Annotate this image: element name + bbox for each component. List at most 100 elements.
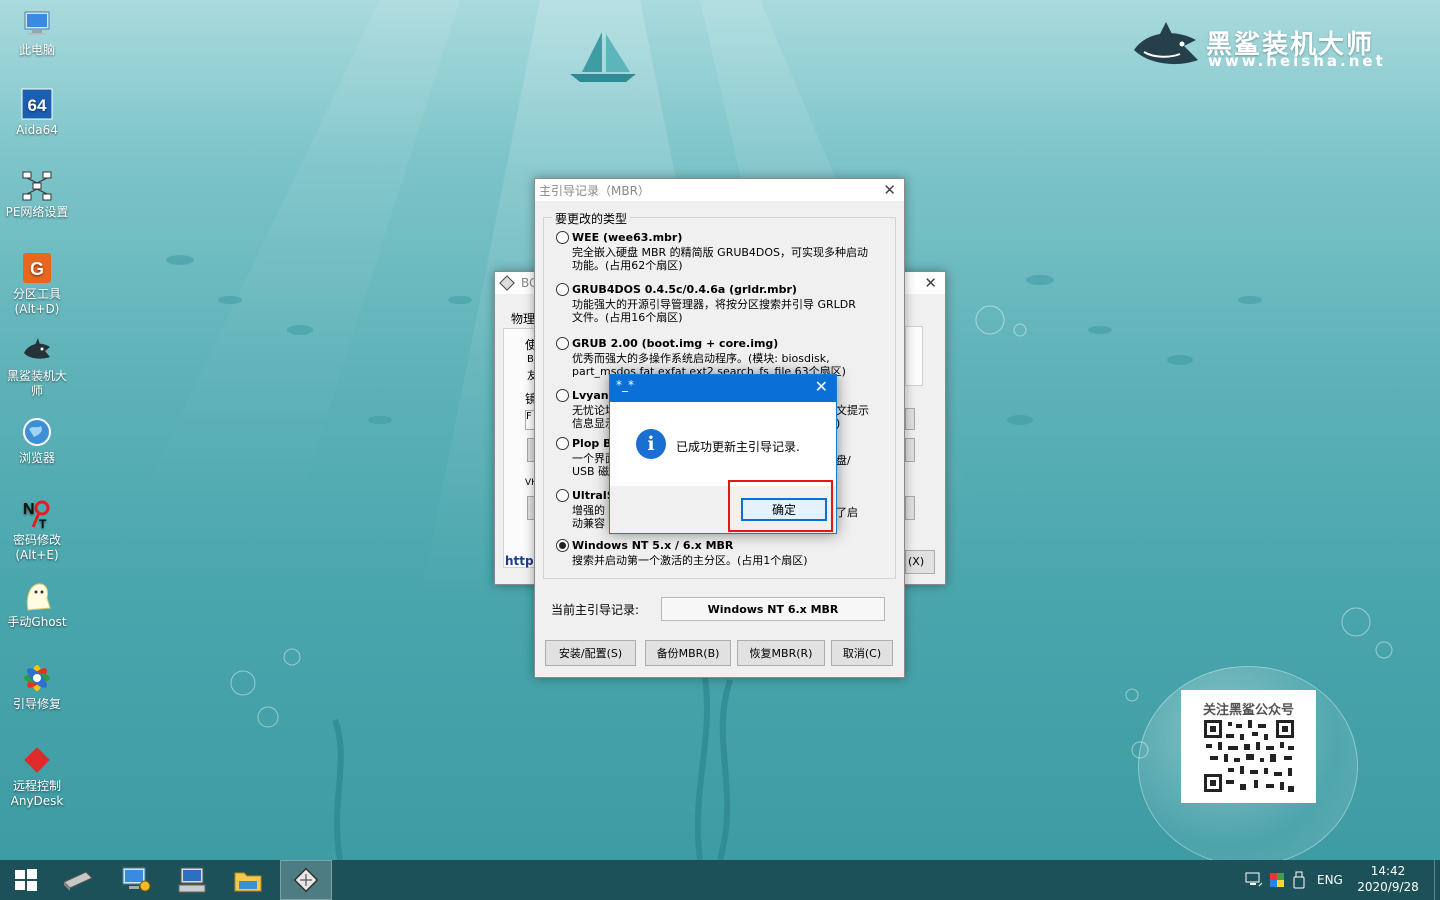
taskbar: ENG 14:42 2020/9/28 [0,860,1440,900]
desktop-icon-pe-network[interactable]: PE网络设置 [2,170,72,220]
language-indicator[interactable]: ENG [1317,873,1343,887]
option-desc-tail: 了启 [836,506,858,519]
bg-panel [905,326,923,386]
message-text: 已成功更新主引导记录. [676,440,800,454]
radio-grub4dos[interactable] [556,282,569,296]
file-explorer-icon [234,872,262,892]
bg-tab-label[interactable]: 物理 [511,310,535,327]
clock[interactable]: 14:42 2020/9/28 [1356,863,1420,895]
desktop-icon-label: 手动Ghost [7,615,67,629]
system-tray: ENG [1245,860,1343,900]
clock-time: 14:42 [1370,864,1406,878]
desktop-icon-password[interactable]: NT 密码修改 (Alt+E) [2,498,72,563]
desktop-icon-label: 引导修复 [12,697,61,711]
partition-tool-icon: G [21,252,53,284]
desktop-icon-partition-tool[interactable]: G 分区工具 (Alt+D) [2,252,72,317]
radio-windows-nt[interactable] [556,538,569,552]
restore-mbr-button[interactable]: 恢复MBR(R) [737,640,825,666]
desktop-icon-this-pc[interactable]: 此电脑 [2,8,72,58]
desktop-icon-aida64[interactable]: 64 Aida64 [2,88,72,138]
taskbar-terminal[interactable] [166,860,218,900]
aida64-icon: 64 [21,88,53,120]
backup-mbr-button[interactable]: 备份MBR(B) [645,640,731,666]
desktop-icon-label: 远程控制 AnyDesk [10,779,64,808]
ok-button-highlight [728,480,833,532]
option-title: GRUB 2.00 (boot.img + core.img) [572,336,779,350]
desktop-icon-boot-repair[interactable]: 引导修复 [2,662,72,712]
group-title: 要更改的类型 [552,210,631,227]
radio-wee[interactable] [556,230,569,244]
option-title: GRUB4DOS 0.4.5c/0.4.6a (grldr.mbr) [572,282,797,296]
anydesk-icon [21,744,53,776]
radio-lvyana[interactable] [556,388,569,402]
cancel-button[interactable]: 取消(C) [831,640,893,666]
bg-exit-button[interactable]: (X) [905,550,935,574]
taskbar-file-explorer[interactable] [222,860,274,900]
desktop-icon-label: PE网络设置 [5,205,69,219]
svg-text:64: 64 [28,96,47,115]
boot-repair-icon [21,662,53,694]
start-button[interactable] [0,860,52,900]
svg-text:T: T [39,517,47,530]
browser-icon [21,416,53,448]
taskbar-computer-settings[interactable] [110,860,162,900]
close-icon[interactable]: ✕ [924,274,937,292]
shark-logo-icon [1134,22,1198,65]
desktop-icon-label: 此电脑 [18,43,55,57]
ghost-icon [21,580,53,612]
brand-logo: 黑鲨装机大师 www.heisha.net [1128,18,1398,78]
desktop-icon-label: 浏览器 [18,451,55,465]
network-status-icon[interactable] [1245,872,1263,888]
brand-url: www.heisha.net [1208,52,1386,70]
install-config-button[interactable]: 安装/配置(S) [545,640,636,666]
option-title: WEE (wee63.mbr) [572,230,683,244]
option-desc: 搜索并启动第一个激活的主分区。(占用1个扇区) [572,554,808,567]
display-color-icon[interactable] [1269,872,1285,888]
current-mbr-label: 当前主引导记录: [551,603,640,617]
svg-text:N: N [23,501,35,518]
desktop-icon-label: 分区工具 (Alt+D) [12,287,61,316]
message-titlebar: *_* ✕ [610,375,836,402]
computer-settings-icon [122,867,151,892]
disk-drive-icon [63,871,93,891]
desktop-icon-browser[interactable]: 浏览器 [2,416,72,466]
show-desktop-button[interactable] [1434,860,1440,900]
start-windows-icon [15,869,37,891]
option-desc: 功能强大的开源引导管理器，将按分区搜索并引导 GRLDR 文件。(占用16个扇区… [572,298,856,324]
taskbar-disk-tool[interactable] [52,860,104,900]
option-grub4dos[interactable]: GRUB4DOS 0.4.5c/0.4.6a (grldr.mbr) 功能强大的… [556,282,878,324]
svg-text:G: G [30,259,44,279]
message-body: i 已成功更新主引导记录. [610,402,836,486]
info-icon: i [636,429,666,459]
bg-button[interactable] [905,408,915,430]
mbr-titlebar: 主引导记录（MBR） ✕ [535,179,904,201]
qr-card[interactable]: 关注黑鲨公众号 [1181,690,1316,803]
desktop-icons: 此电脑 64 Aida64 PE网络设置 G 分区工具 (Alt+D) 黑鲨装机… [0,0,76,860]
network-icon [21,170,53,202]
usb-device-icon[interactable] [1293,871,1305,889]
radio-grub2[interactable] [556,336,569,350]
bg-fragment: B [527,354,534,365]
option-windows-nt[interactable]: Windows NT 5.x / 6.x MBR 搜索并启动第一个激活的主分区。… [556,538,878,567]
taskbar-bootice[interactable] [280,860,332,900]
option-desc-tail: 文提示 ) [836,404,869,430]
shark-icon [21,334,53,366]
computer-icon [21,8,53,40]
desktop-icon-ghost[interactable]: 手动Ghost [2,580,72,630]
bg-button[interactable] [905,496,915,520]
mbr-title: 主引导记录（MBR） [539,183,650,198]
close-icon[interactable]: ✕ [883,181,896,199]
qr-code-icon [1204,720,1294,792]
qr-title: 关注黑鲨公众号 [1202,703,1294,718]
option-desc: 完全嵌入硬盘 MBR 的精简版 GRUB4DOS，可实现多种启动 功能。(占用6… [572,246,869,272]
desktop-icon-anydesk[interactable]: 远程控制 AnyDesk [2,744,72,809]
bootice-icon [293,867,319,893]
radio-ultraiso[interactable] [556,488,569,502]
option-wee[interactable]: WEE (wee63.mbr) 完全嵌入硬盘 MBR 的精简版 GRUB4DOS… [556,230,878,272]
desktop-icon-label: 黑鲨装机大 师 [6,369,67,398]
bg-button[interactable] [905,438,915,462]
desktop-icon-heisha[interactable]: 黑鲨装机大 师 [2,334,72,399]
option-grub2[interactable]: GRUB 2.00 (boot.img + core.img) 优秀而强大的多操… [556,336,878,378]
close-icon[interactable]: ✕ [815,377,828,397]
radio-plop[interactable] [556,436,569,450]
